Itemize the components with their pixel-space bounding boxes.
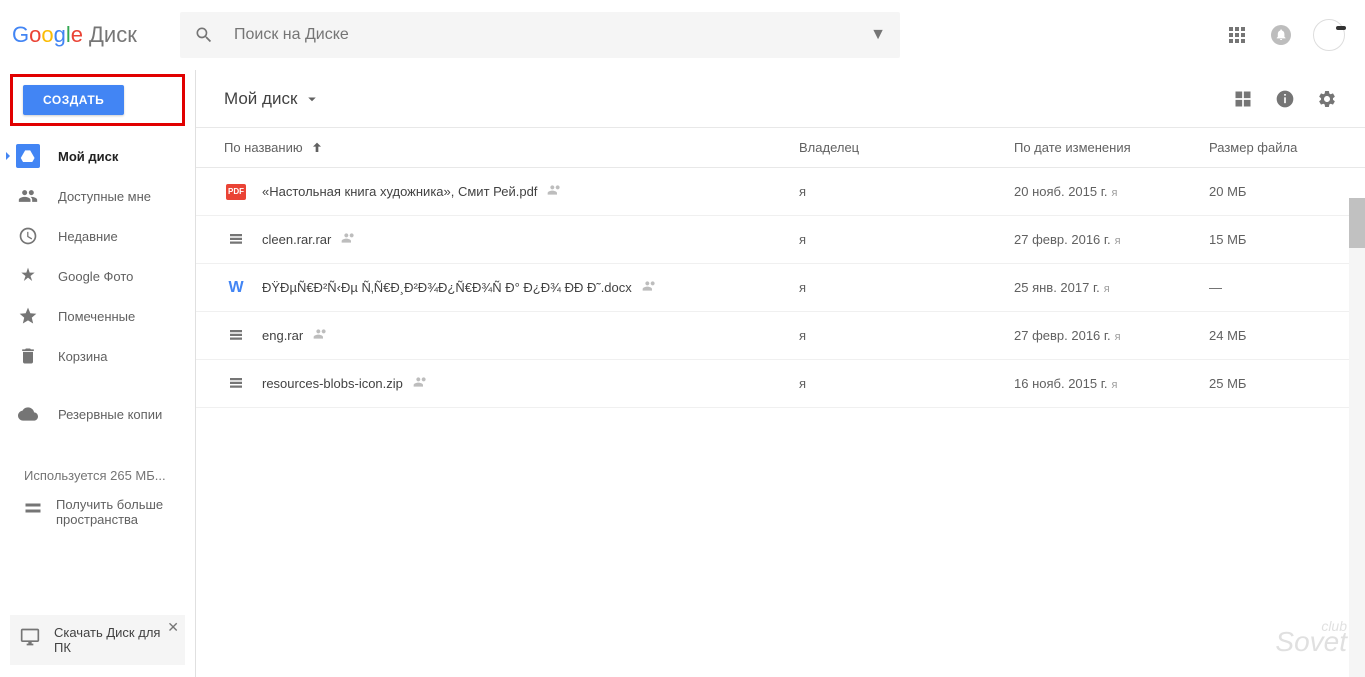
gear-icon[interactable] xyxy=(1317,89,1337,109)
file-size: 15 МБ xyxy=(1209,232,1337,247)
shared-icon xyxy=(642,278,658,297)
shared-icon xyxy=(413,374,429,393)
chevron-down-icon xyxy=(303,90,321,108)
grid-view-icon[interactable] xyxy=(1233,89,1253,109)
header: Google Диск ▼ xyxy=(0,0,1365,70)
col-header-size[interactable]: Размер файла xyxy=(1209,140,1337,155)
pdf-icon: PDF xyxy=(224,180,248,204)
download-label: Скачать Диск для ПК xyxy=(54,625,175,655)
file-name: eng.rar xyxy=(262,328,303,343)
file-size: 20 МБ xyxy=(1209,184,1337,199)
archive-icon xyxy=(224,228,248,252)
word-icon: W xyxy=(224,276,248,300)
table-row[interactable]: resources-blobs-icon.zip я 16 нояб. 2015… xyxy=(196,360,1365,408)
file-owner: я xyxy=(799,328,1014,343)
sidebar-item-recent[interactable]: Недавние xyxy=(0,216,195,256)
sidebar-item-photos[interactable]: Google Фото xyxy=(0,256,195,296)
people-icon xyxy=(16,184,40,208)
col-header-owner[interactable]: Владелец xyxy=(799,140,1014,155)
cloud-icon xyxy=(16,402,40,426)
archive-icon xyxy=(224,372,248,396)
nav-list: Мой диск Доступные мне Недавние Google Ф… xyxy=(0,136,195,434)
file-name: resources-blobs-icon.zip xyxy=(262,376,403,391)
file-name: «Настольная книга художника», Смит Рей.p… xyxy=(262,184,537,199)
search-input[interactable] xyxy=(234,26,870,44)
column-headers: По названию Владелец По дате изменения Р… xyxy=(196,128,1365,168)
product-name: Диск xyxy=(89,22,137,48)
file-modified: 25 янв. 2017 г.я xyxy=(1014,280,1209,295)
header-actions xyxy=(1225,19,1345,51)
bell-icon[interactable] xyxy=(1269,23,1293,47)
storage-usage: Используется 265 МБ... xyxy=(0,454,195,491)
table-row[interactable]: cleen.rar.rar я 27 февр. 2016 г.я 15 МБ xyxy=(196,216,1365,264)
shared-icon xyxy=(313,326,329,345)
sidebar-item-label: Помеченные xyxy=(58,309,135,324)
toolbar-actions xyxy=(1233,89,1337,109)
sidebar-item-label: Доступные мне xyxy=(58,189,151,204)
apps-icon[interactable] xyxy=(1225,23,1249,47)
file-modified: 20 нояб. 2015 г.я xyxy=(1014,184,1209,199)
breadcrumb[interactable]: Мой диск xyxy=(224,89,321,109)
file-owner: я xyxy=(799,376,1014,391)
file-owner: я xyxy=(799,280,1014,295)
logo[interactable]: Google Диск xyxy=(12,22,180,48)
breadcrumb-label: Мой диск xyxy=(224,89,297,109)
archive-icon xyxy=(224,324,248,348)
sidebar-item-backups[interactable]: Резервные копии xyxy=(0,394,195,434)
sidebar-item-label: Недавние xyxy=(58,229,118,244)
sidebar-item-starred[interactable]: Помеченные xyxy=(0,296,195,336)
avatar[interactable] xyxy=(1313,19,1345,51)
file-modified: 27 февр. 2016 г.я xyxy=(1014,328,1209,343)
photos-icon xyxy=(16,264,40,288)
file-name: ÐŸÐµÑ€Ð²Ñ‹Ðµ Ñ‚Ñ€Ð¸Ð²Ð¾Ð¿Ñ€Ð¾Ñ Ð° Ð¿Ð¾ Ð… xyxy=(262,280,632,295)
file-size: — xyxy=(1209,280,1337,295)
arrow-up-icon xyxy=(309,140,325,156)
search-icon xyxy=(194,25,214,45)
shared-icon xyxy=(341,230,357,249)
sidebar-item-label: Мой диск xyxy=(58,149,118,164)
close-icon[interactable]: ✕ xyxy=(167,619,179,636)
toolbar: Мой диск xyxy=(196,70,1365,128)
file-size: 25 МБ xyxy=(1209,376,1337,391)
star-icon xyxy=(16,304,40,328)
scrollbar[interactable] xyxy=(1349,198,1365,677)
sidebar-item-label: Google Фото xyxy=(58,269,133,284)
search-bar[interactable]: ▼ xyxy=(180,12,900,58)
download-desktop-box[interactable]: Скачать Диск для ПК ✕ xyxy=(10,615,185,665)
table-row[interactable]: PDF «Настольная книга художника», Смит Ре… xyxy=(196,168,1365,216)
file-owner: я xyxy=(799,232,1014,247)
table-row[interactable]: W ÐŸÐµÑ€Ð²Ñ‹Ðµ Ñ‚Ñ€Ð¸Ð²Ð¾Ð¿Ñ€Ð¾Ñ Ð° Ð¿Ð¾ … xyxy=(196,264,1365,312)
trash-icon xyxy=(16,344,40,368)
file-name: cleen.rar.rar xyxy=(262,232,331,247)
create-button-highlight: СОЗДАТЬ xyxy=(10,74,185,126)
upgrade-label: Получить больше пространства xyxy=(56,497,171,527)
scroll-thumb[interactable] xyxy=(1349,198,1365,248)
sidebar-item-label: Резервные копии xyxy=(58,407,162,422)
col-header-modified[interactable]: По дате изменения xyxy=(1014,140,1209,155)
upgrade-storage[interactable]: Получить больше пространства xyxy=(0,491,195,533)
info-icon[interactable] xyxy=(1275,89,1295,109)
main-content: Мой диск По названию Владелец По дате из… xyxy=(195,70,1365,677)
file-owner: я xyxy=(799,184,1014,199)
shared-icon xyxy=(547,182,563,201)
sidebar-item-trash[interactable]: Корзина xyxy=(0,336,195,376)
sidebar-item-my-drive[interactable]: Мой диск xyxy=(0,136,195,176)
desktop-icon xyxy=(20,627,40,647)
file-size: 24 МБ xyxy=(1209,328,1337,343)
drive-icon xyxy=(16,144,40,168)
storage-icon xyxy=(24,499,42,517)
file-modified: 16 нояб. 2015 г.я xyxy=(1014,376,1209,391)
search-dropdown-icon[interactable]: ▼ xyxy=(870,26,886,44)
google-logo: Google xyxy=(12,22,83,48)
col-header-name[interactable]: По названию xyxy=(224,140,799,156)
sidebar-item-shared[interactable]: Доступные мне xyxy=(0,176,195,216)
expand-icon[interactable] xyxy=(6,152,10,160)
file-list: PDF «Настольная книга художника», Смит Ре… xyxy=(196,168,1365,408)
file-modified: 27 февр. 2016 г.я xyxy=(1014,232,1209,247)
clock-icon xyxy=(16,224,40,248)
create-button[interactable]: СОЗДАТЬ xyxy=(23,85,124,115)
table-row[interactable]: eng.rar я 27 февр. 2016 г.я 24 МБ xyxy=(196,312,1365,360)
sidebar-item-label: Корзина xyxy=(58,349,108,364)
sidebar: СОЗДАТЬ Мой диск Доступные мне Недавние … xyxy=(0,70,195,677)
